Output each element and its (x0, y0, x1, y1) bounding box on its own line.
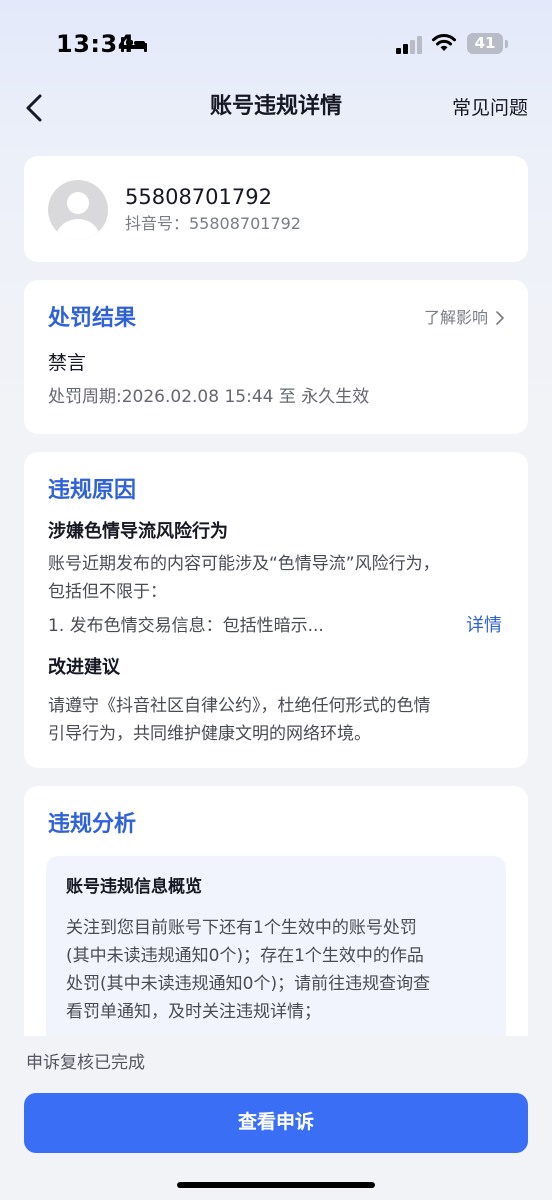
reason-card: 违规原因 涉嫌色情导流风险行为 账号近期发布的内容可能涉及“色情导流”风险行为，… (24, 452, 528, 768)
avatar[interactable] (48, 180, 108, 240)
appeal-status: 申诉复核已完成 (26, 1053, 145, 1073)
battery-cap (505, 40, 508, 48)
learn-impact-link[interactable]: 了解影响 (424, 306, 488, 330)
advice-title: 改进建议 (48, 657, 120, 678)
penalty-card: 处罚结果 了解影响 禁言 处罚周期:2026.02.08 15:44 至 永久生… (24, 280, 528, 434)
wifi-icon (432, 34, 456, 51)
analysis-title: 违规分析 (48, 812, 137, 837)
battery-level: 41 (474, 34, 496, 52)
overview-line: 关注到您目前账号下还有1个生效中的账号处罚 (66, 918, 417, 938)
overview-line: 看罚单通知，及时关注违规详情； (66, 1002, 321, 1022)
chevron-right-icon[interactable] (496, 311, 504, 325)
overview-line: 处罚(其中未读违规通知0个)；请前往违规查询查 (66, 974, 431, 994)
overview-text: 关注到您目前账号下还有1个生效中的账号处罚 (其中未读违规通知0个)；存在1个生… (66, 914, 486, 1026)
user-id: 抖音号：55808701792 (125, 214, 301, 233)
reason-title: 违规原因 (48, 478, 137, 503)
penalty-period: 处罚周期:2026.02.08 15:44 至 永久生效 (48, 387, 370, 407)
faq-link[interactable]: 常见问题 (452, 94, 528, 122)
advice-line2: 引导行为，共同维护健康文明的网络环境。 (48, 724, 371, 744)
user-card: 55808701792 抖音号：55808701792 (24, 156, 528, 262)
signal-icon (396, 36, 422, 54)
penalty-type: 禁言 (48, 352, 87, 374)
view-appeal-button[interactable]: 查看申诉 (24, 1093, 528, 1153)
reason-desc-line1: 账号近期发布的内容可能涉及“色情导流”风险行为， (48, 554, 440, 574)
reason-item: 1. 发布色情交易信息：包括性暗示... (48, 616, 324, 636)
status-bar: 13:34 41 (0, 0, 552, 90)
detail-link[interactable]: 详情 (466, 612, 502, 640)
advice-line1: 请遵守《抖音社区自律公约》，杜绝任何形式的色情 (48, 696, 431, 716)
bed-icon (121, 37, 147, 52)
battery-icon: 41 (467, 33, 503, 54)
username: 55808701792 (125, 185, 272, 209)
reason-desc-line2: 包括但不限于： (48, 582, 167, 602)
default-avatar-icon (56, 192, 100, 240)
penalty-title: 处罚结果 (48, 306, 137, 331)
reason-headline: 涉嫌色情导流风险行为 (48, 521, 228, 542)
overview-line: (其中未读违规通知0个)；存在1个生效中的作品 (66, 946, 424, 966)
bottom-bar: 申诉复核已完成 查看申诉 (0, 1036, 552, 1200)
home-indicator[interactable] (177, 1182, 375, 1188)
overview-title: 账号违规信息概览 (66, 877, 202, 897)
